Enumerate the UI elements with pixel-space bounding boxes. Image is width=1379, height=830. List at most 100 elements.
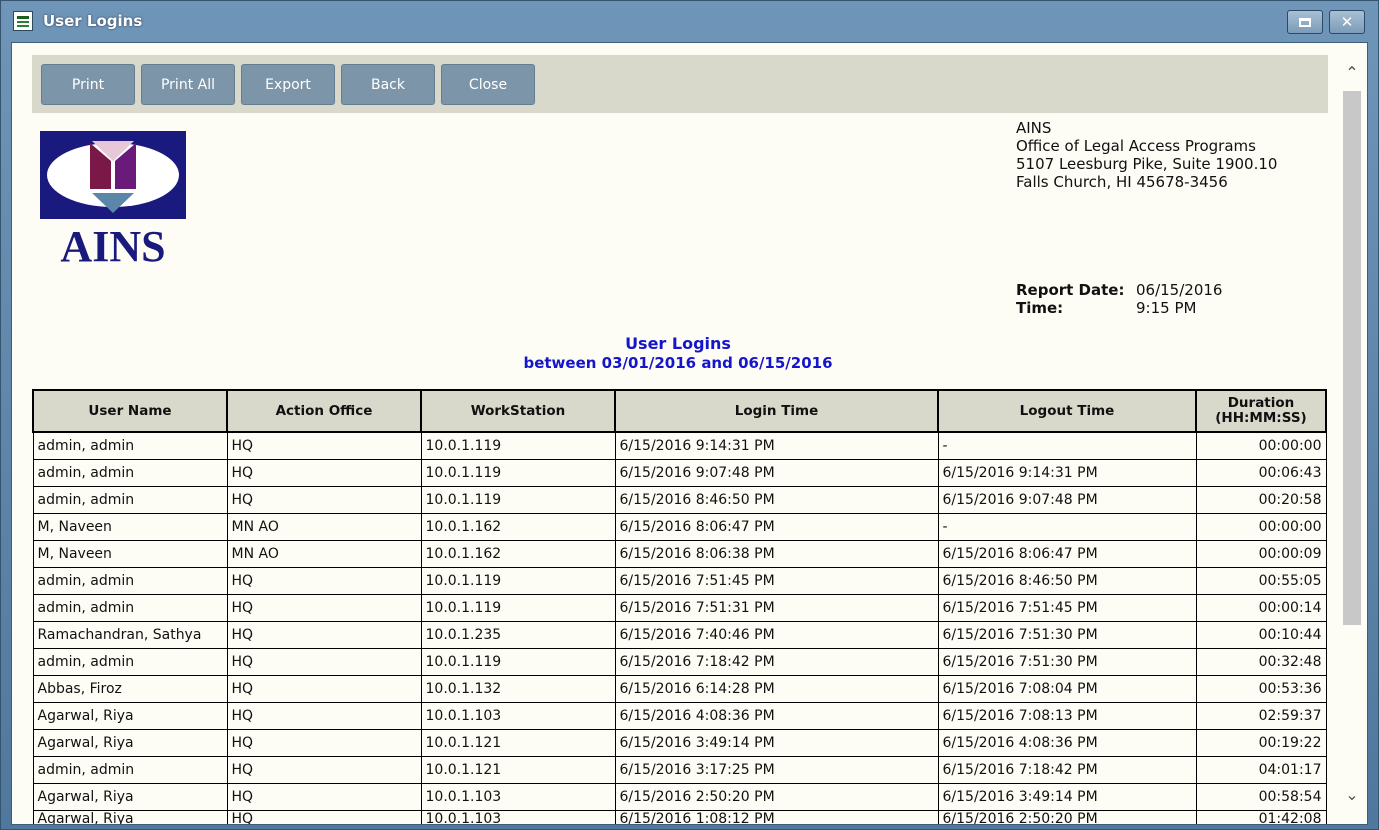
report-title: User Logins	[625, 334, 731, 353]
cell-user-name: admin, admin	[32, 431, 228, 460]
cell-logout-time: 6/15/2016 7:51:30 PM	[937, 647, 1197, 676]
cell-workstation: 10.0.1.103	[420, 809, 616, 824]
cell-action-office: HQ	[226, 431, 422, 460]
cell-login-time: 6/15/2016 3:49:14 PM	[614, 728, 939, 757]
maximize-button[interactable]	[1287, 10, 1323, 34]
cell-logout-time: 6/15/2016 7:51:30 PM	[937, 620, 1197, 649]
cell-duration: 00:32:48	[1195, 647, 1327, 676]
cell-duration: 00:19:22	[1195, 728, 1327, 757]
table-row: admin, admin HQ 10.0.1.119 6/15/2016 9:07:4…	[32, 458, 1327, 487]
cell-user-name: Agarwal, Riya	[32, 728, 228, 757]
cell-workstation: 10.0.1.121	[420, 755, 616, 784]
cell-duration: 00:55:05	[1195, 566, 1327, 595]
header-user-name: User Name	[32, 389, 228, 433]
cell-duration: 00:00:14	[1195, 593, 1327, 622]
cell-action-office: HQ	[226, 593, 422, 622]
back-button[interactable]: Back	[341, 64, 435, 105]
cell-duration: 00:00:00	[1195, 431, 1327, 460]
cell-logout-time: 6/15/2016 7:51:45 PM	[937, 593, 1197, 622]
cell-action-office: HQ	[226, 809, 422, 824]
close-button[interactable]: Close	[441, 64, 535, 105]
cell-logout-time: -	[937, 512, 1197, 541]
table-row: M, Naveen MN AO 10.0.1.162 6/15/2016 8:06:3…	[32, 539, 1327, 568]
cell-login-time: 6/15/2016 8:06:38 PM	[614, 539, 939, 568]
scroll-up-icon[interactable]: ⌃	[1342, 61, 1362, 85]
cell-duration: 00:53:36	[1195, 674, 1327, 703]
cell-login-time: 6/15/2016 7:18:42 PM	[614, 647, 939, 676]
cell-duration: 04:01:17	[1195, 755, 1327, 784]
cell-user-name: Abbas, Firoz	[32, 674, 228, 703]
cell-action-office: HQ	[226, 728, 422, 757]
cell-logout-time: 6/15/2016 7:18:42 PM	[937, 755, 1197, 784]
cell-user-name: admin, admin	[32, 458, 228, 487]
cell-action-office: HQ	[226, 674, 422, 703]
report-date-label: Report Date:	[1016, 281, 1125, 299]
cell-logout-time: -	[937, 431, 1197, 460]
cell-duration: 00:58:54	[1195, 782, 1327, 811]
cell-duration: 00:00:00	[1195, 512, 1327, 541]
cell-user-name: Ramachandran, Sathya	[32, 620, 228, 649]
table-row: Agarwal, Riya HQ 10.0.1.121 6/15/2016 3:49:…	[32, 728, 1327, 757]
cell-login-time: 6/15/2016 8:46:50 PM	[614, 485, 939, 514]
report-time-value: 9:15 PM	[1136, 299, 1197, 317]
vertical-scrollbar[interactable]: ⌃ ⌄	[1341, 53, 1363, 823]
cell-logout-time: 6/15/2016 8:46:50 PM	[937, 566, 1197, 595]
report-content: Print Print All Export Back Close ⌃ ⌄ AI…	[11, 42, 1368, 825]
header-action-office: Action Office	[226, 389, 422, 433]
report-window-icon	[13, 11, 33, 31]
cell-action-office: HQ	[226, 782, 422, 811]
cell-duration: 01:42:08	[1195, 809, 1327, 824]
header-workstation: WorkStation	[420, 389, 616, 433]
maximize-icon	[1299, 17, 1311, 27]
cell-action-office: MN AO	[226, 539, 422, 568]
title-bar[interactable]: User Logins ✕	[1, 1, 1378, 41]
address-line-2: Office of Legal Access Programs	[1016, 137, 1256, 155]
report-time-label: Time:	[1016, 299, 1064, 317]
cell-logout-time: 6/15/2016 4:08:36 PM	[937, 728, 1197, 757]
table-row: Agarwal, Riya HQ 10.0.1.103 6/15/2016 4:08:…	[32, 701, 1327, 730]
cell-duration: 00:06:43	[1195, 458, 1327, 487]
table-row: admin, admin HQ 10.0.1.119 6/15/2016 8:46:5…	[32, 485, 1327, 514]
cell-workstation: 10.0.1.119	[420, 458, 616, 487]
scrollbar-thumb[interactable]	[1343, 91, 1361, 625]
cell-user-name: admin, admin	[32, 485, 228, 514]
cell-workstation: 10.0.1.132	[420, 674, 616, 703]
cell-workstation: 10.0.1.235	[420, 620, 616, 649]
cell-login-time: 6/15/2016 3:17:25 PM	[614, 755, 939, 784]
organization-address: AINS Office of Legal Access Programs 510…	[1016, 119, 1277, 191]
header-duration: Duration (HH:MM:SS)	[1195, 389, 1327, 433]
address-line-3: 5107 Leesburg Pike, Suite 1900.10	[1016, 155, 1278, 173]
cell-user-name: admin, admin	[32, 647, 228, 676]
window-close-button[interactable]: ✕	[1329, 10, 1365, 34]
print-all-button[interactable]: Print All	[141, 64, 235, 105]
cell-login-time: 6/15/2016 9:07:48 PM	[614, 458, 939, 487]
cell-workstation: 10.0.1.119	[420, 485, 616, 514]
header-logout-time: Logout Time	[937, 389, 1197, 433]
cell-action-office: HQ	[226, 620, 422, 649]
print-button[interactable]: Print	[41, 64, 135, 105]
cell-workstation: 10.0.1.121	[420, 728, 616, 757]
cell-workstation: 10.0.1.119	[420, 593, 616, 622]
cell-action-office: HQ	[226, 647, 422, 676]
scroll-down-icon[interactable]: ⌄	[1342, 783, 1362, 807]
cell-duration: 00:20:58	[1195, 485, 1327, 514]
cell-logout-time: 6/15/2016 2:50:20 PM	[937, 809, 1197, 824]
cell-user-name: M, Naveen	[32, 539, 228, 568]
cell-login-time: 6/15/2016 8:06:47 PM	[614, 512, 939, 541]
cell-user-name: admin, admin	[32, 566, 228, 595]
cell-user-name: Agarwal, Riya	[32, 701, 228, 730]
table-row: admin, admin HQ 10.0.1.119 6/15/2016 7:51:4…	[32, 566, 1327, 595]
cell-login-time: 6/15/2016 6:14:28 PM	[614, 674, 939, 703]
export-button[interactable]: Export	[241, 64, 335, 105]
table-row: admin, admin HQ 10.0.1.119 6/15/2016 9:14:3…	[32, 431, 1327, 460]
cell-login-time: 6/15/2016 4:08:36 PM	[614, 701, 939, 730]
table-header-row: User Name Action Office WorkStation Login T…	[32, 389, 1327, 433]
cell-duration: 00:00:09	[1195, 539, 1327, 568]
cell-workstation: 10.0.1.103	[420, 701, 616, 730]
cell-workstation: 10.0.1.119	[420, 647, 616, 676]
cell-login-time: 6/15/2016 7:51:31 PM	[614, 593, 939, 622]
cell-duration: 00:10:44	[1195, 620, 1327, 649]
report-meta: Report Date: 06/15/2016 Time: 9:15 PM	[1016, 281, 1222, 317]
address-line-4: Falls Church, HI 45678-3456	[1016, 173, 1228, 191]
cell-workstation: 10.0.1.119	[420, 566, 616, 595]
